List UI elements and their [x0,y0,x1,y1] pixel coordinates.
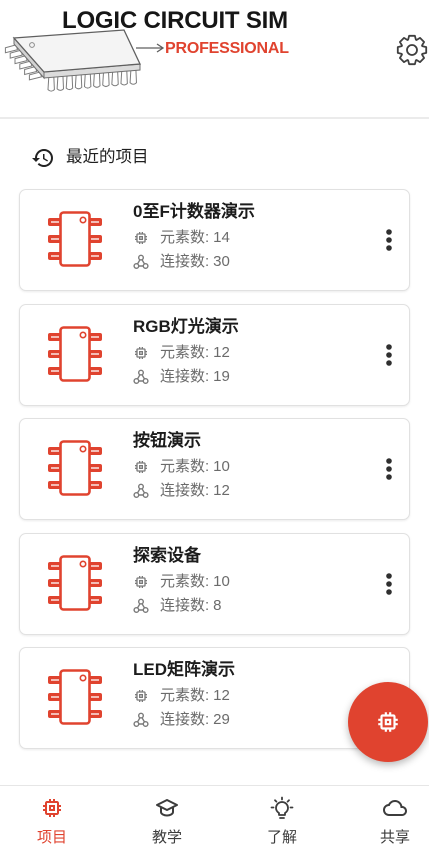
project-title: RGB灯光演示 [133,316,239,336]
element-count-label: 元素数: [160,458,210,475]
logo-subtitle: PROFESSIONAL [165,40,289,57]
connection-count-label: 连接数: [160,482,210,499]
element-count: 元素数: 10 [133,573,230,591]
memory-icon [133,345,149,361]
project-title: 探索设备 [133,545,201,565]
nav-label: 了解 [266,829,297,846]
project-list: 0至F计数器演示 元素数: 14 连接数: 30 RGB灯光演示 元素数: 12 连接数:… [19,189,410,762]
cloud-icon [383,796,407,820]
nav-label: 项目 [36,829,67,846]
connection-count: 连接数: 8 [133,597,222,615]
connection-count-label: 连接数: [160,711,210,728]
element-count-value: 12 [213,687,230,704]
memory-icon [133,459,149,475]
memory-icon [133,574,149,590]
connection-count-value: 12 [213,482,230,499]
chip-icon [48,669,102,725]
nav-item-projects[interactable]: 项目 [20,786,84,863]
connection-icon [133,598,149,614]
chip-icon [48,554,102,611]
more-vert-icon [382,455,396,483]
nav-item-learn-more[interactable]: 了解 [250,786,314,863]
connection-count-label: 连接数: [160,253,210,270]
connection-count: 连接数: 29 [133,711,230,729]
connection-icon [133,369,149,385]
project-title: 按钮演示 [133,431,201,450]
project-title: 0至F计数器演示 [133,202,255,221]
nav-item-learning[interactable]: 教学 [135,786,199,863]
element-count-label: 元素数: [160,343,210,361]
new-circuit-fab[interactable] [348,682,428,762]
bottom-navigation: 项目 教学 了解 共享 [0,785,429,863]
chip-icon [48,211,102,267]
element-count-value: 12 [213,343,230,361]
element-count-value: 10 [213,458,230,475]
element-count-value: 14 [213,229,230,246]
connection-count-value: 30 [213,253,230,270]
project-card[interactable]: RGB灯光演示 元素数: 12 连接数: 19 [19,303,410,406]
connection-icon [133,254,149,270]
element-count-label: 元素数: [160,572,210,590]
memory-icon [133,230,149,246]
nav-item-share[interactable]: 共享 [363,786,427,863]
element-count: 元素数: 12 [133,687,230,705]
project-card[interactable]: 探索设备元素数: 10 连接数: 8 [19,532,410,635]
more-options-button[interactable] [382,226,396,254]
connection-count: 连接数: 30 [133,253,230,271]
more-vert-icon [382,570,396,598]
settings-button[interactable] [396,34,428,66]
header-divider [0,117,429,119]
project-title: LED矩阵演示 [133,660,235,679]
memory-icon [40,796,64,820]
project-card[interactable]: 按钮演示元素数: 10 连接数: 12 [19,418,410,520]
element-count-label: 元素数: [160,687,210,704]
connection-count-label: 连接数: [160,596,210,614]
connection-count-label: 连接数: [160,367,210,385]
element-count: 元素数: 14 [133,229,230,247]
connection-count-value: 29 [213,711,230,728]
nav-label: 教学 [151,829,182,846]
more-options-button[interactable] [382,341,396,369]
connection-icon [133,483,149,499]
chip-icon [48,440,102,496]
connection-count: 连接数: 19 [133,368,230,386]
gear-icon [396,34,428,66]
element-count: 元素数: 10 [133,458,230,476]
nav-label: 共享 [379,829,410,846]
connection-count-value: 19 [213,367,230,385]
connection-icon [133,712,149,728]
more-vert-icon [382,226,396,254]
element-count-label: 元素数: [160,229,210,246]
recent-projects-heading: 最近的项目 [66,148,149,166]
more-options-button[interactable] [382,455,396,483]
project-card[interactable]: 0至F计数器演示 元素数: 14 连接数: 30 [19,189,410,291]
memory-icon [378,712,398,732]
logo-title: LOGIC CIRCUIT SIM [62,7,288,34]
element-count: 元素数: 12 [133,344,230,362]
chip-icon [48,325,102,382]
history-icon [31,146,55,170]
connection-count-value: 8 [213,596,222,614]
lightbulb-icon [270,796,294,820]
element-count-value: 10 [213,572,230,590]
connection-count: 连接数: 12 [133,482,230,500]
more-vert-icon [382,341,396,369]
graduation-cap-icon [155,796,179,820]
memory-icon [133,688,149,704]
more-options-button[interactable] [382,570,396,598]
